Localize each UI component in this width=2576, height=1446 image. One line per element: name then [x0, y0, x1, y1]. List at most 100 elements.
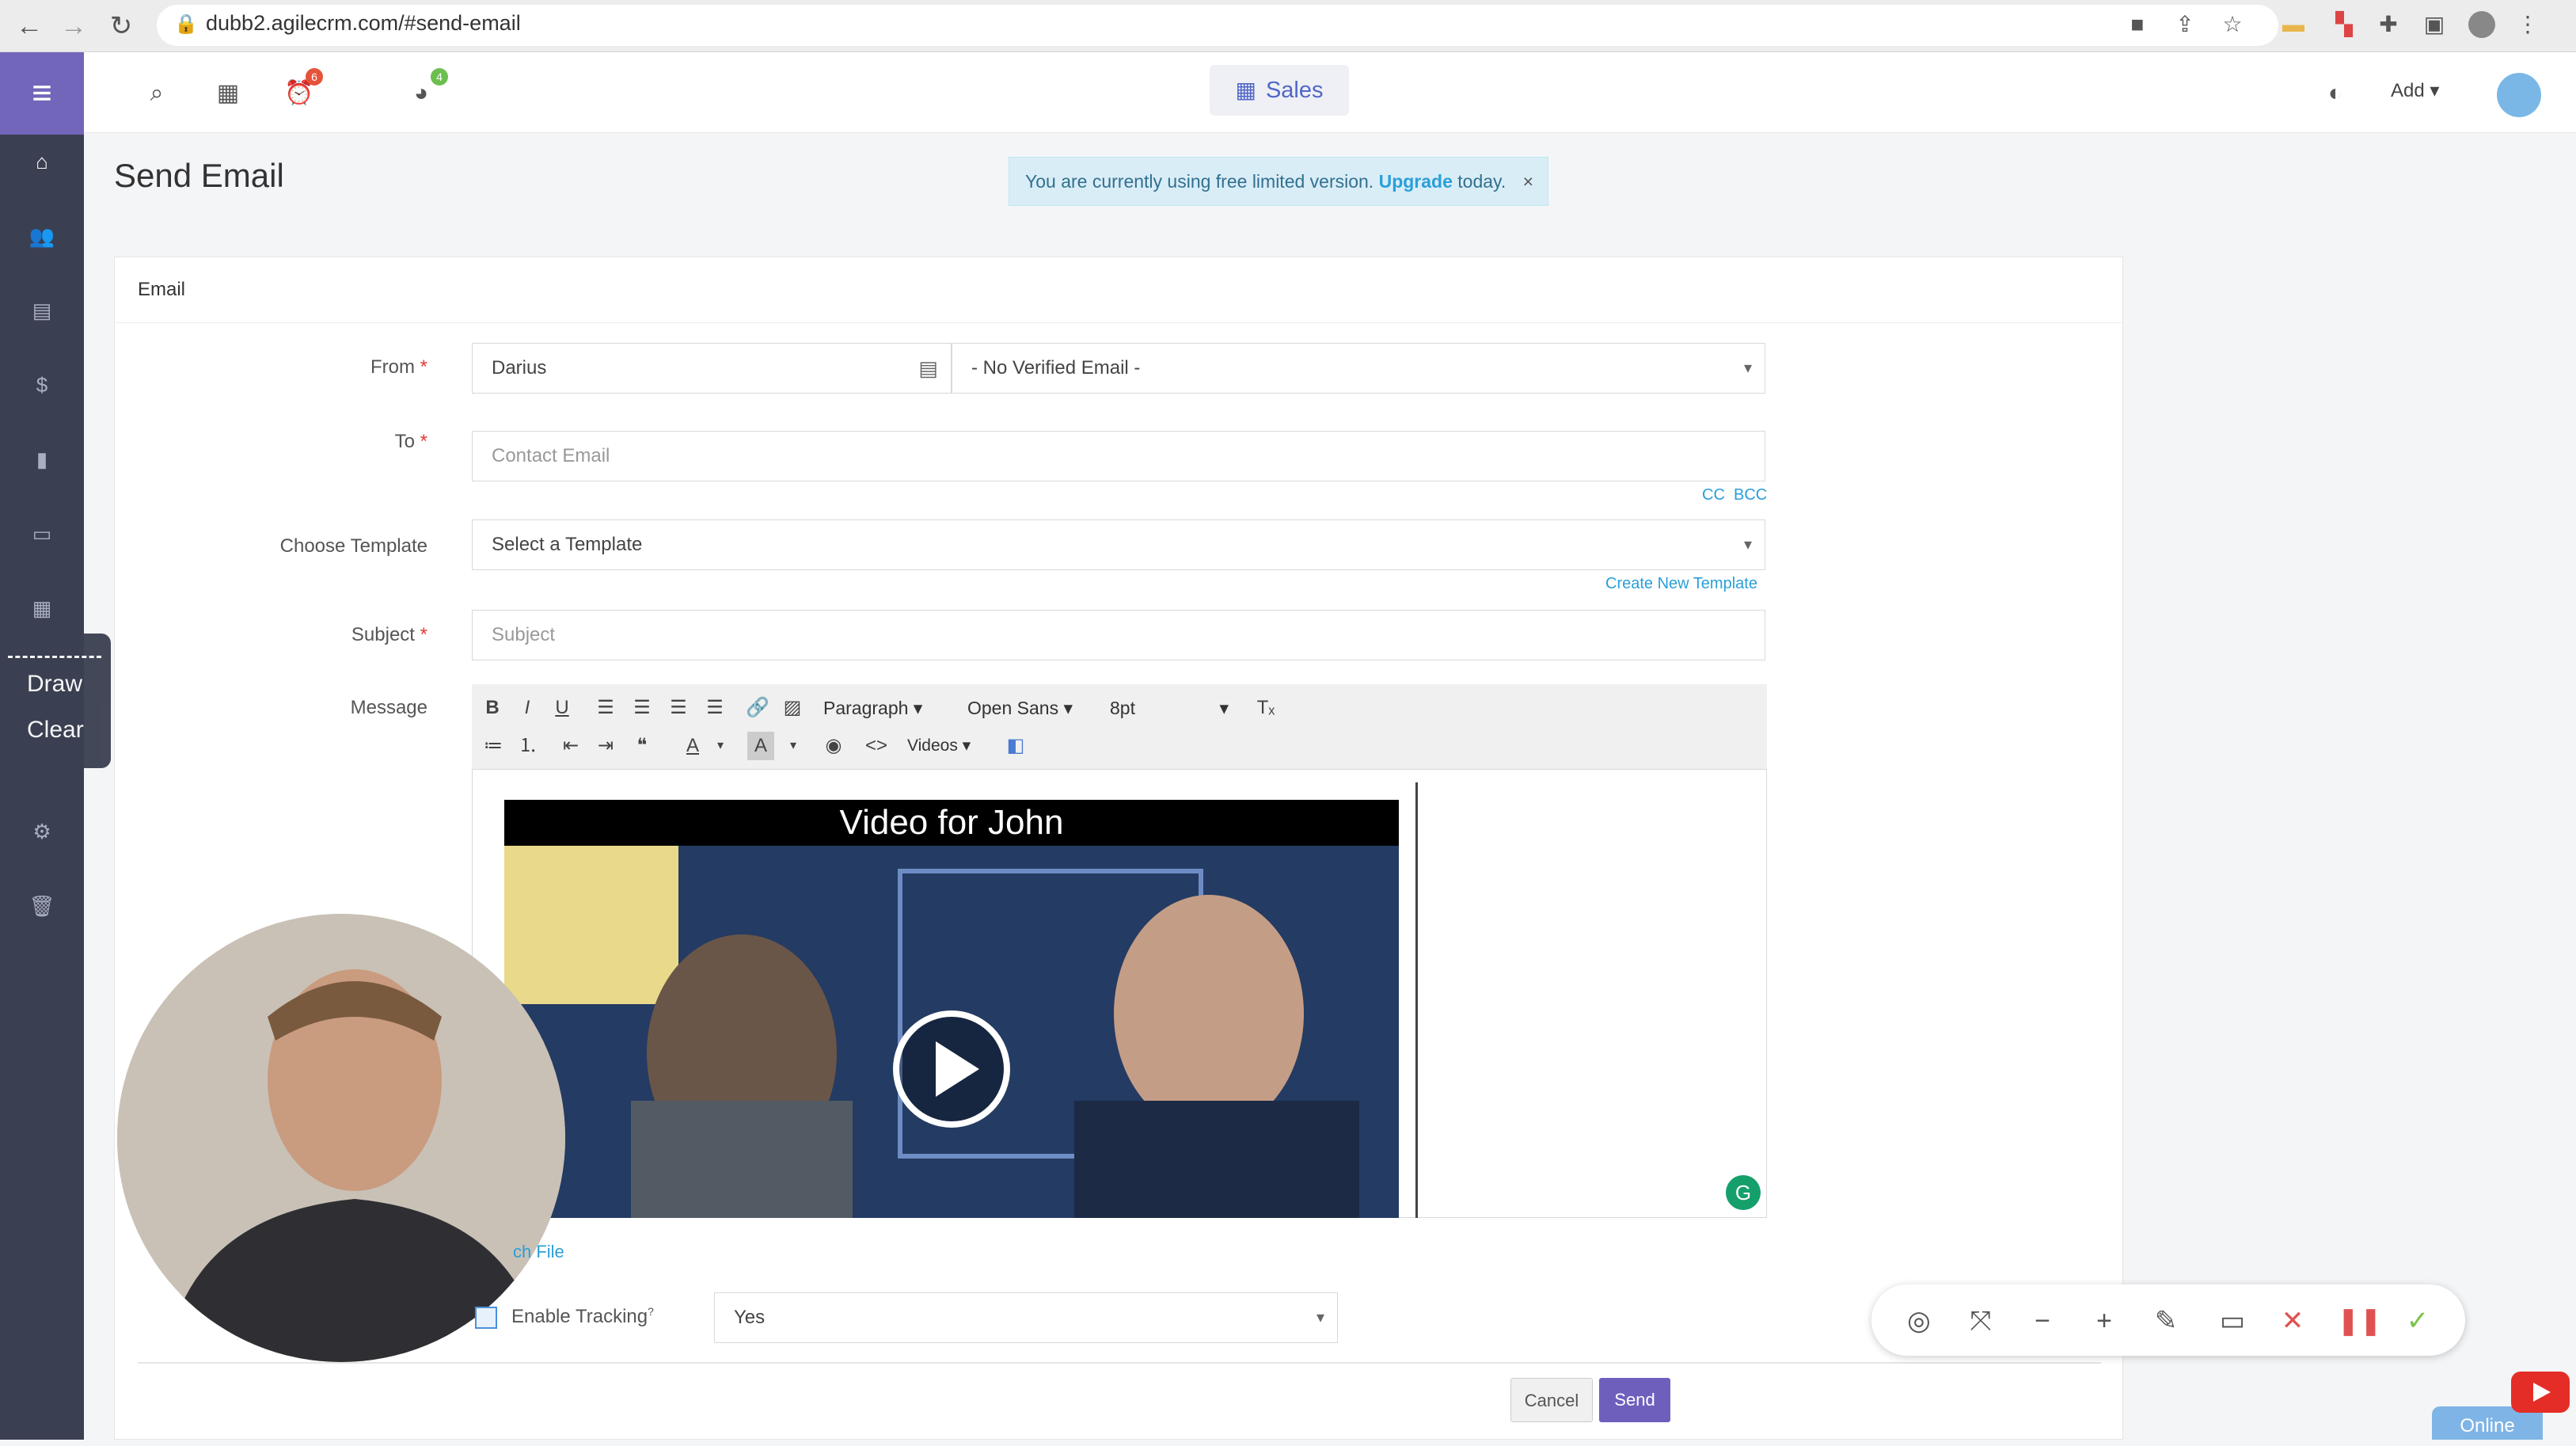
- create-template-link[interactable]: Create New Template: [1605, 575, 1757, 593]
- sidepanel-icon[interactable]: ▣: [2421, 11, 2448, 38]
- pen-icon[interactable]: ✎: [2147, 1302, 2185, 1340]
- bcc-link[interactable]: BCC: [1734, 486, 1767, 504]
- screen-share-icon[interactable]: ▭: [2213, 1302, 2251, 1340]
- to-input[interactable]: Contact Email: [472, 431, 1765, 481]
- share-icon[interactable]: ⇪: [2171, 11, 2198, 38]
- fullscreen-icon[interactable]: ⤧: [1962, 1302, 2000, 1340]
- panel-heading: Email: [114, 257, 2123, 323]
- puzzle-icon[interactable]: ✚: [2375, 11, 2402, 38]
- numbered-list-icon[interactable]: ⒈: [515, 732, 541, 760]
- pause-icon[interactable]: ❚❚: [2337, 1302, 2382, 1340]
- outdent-icon[interactable]: ⇤: [557, 732, 584, 760]
- font-select[interactable]: Open Sans ▾: [967, 694, 1073, 722]
- upgrade-notice: You are currently using free limited ver…: [1009, 157, 1548, 206]
- bullet-list-icon[interactable]: ≔: [480, 732, 507, 760]
- back-icon[interactable]: ←: [11, 8, 47, 44]
- zoom-out-icon[interactable]: −: [2023, 1302, 2061, 1340]
- text-color-icon[interactable]: A: [679, 732, 706, 760]
- documents-icon[interactable]: ▮: [0, 436, 84, 483]
- webcam-icon[interactable]: ◎: [1900, 1302, 1938, 1340]
- subject-label: Subject *: [111, 624, 427, 646]
- reload-icon[interactable]: ↻: [103, 8, 139, 44]
- companies-icon[interactable]: ▤: [0, 287, 84, 334]
- to-label-text: To: [394, 431, 415, 452]
- star-icon[interactable]: ☆: [2219, 11, 2246, 38]
- cancel-recording-icon[interactable]: ✕: [2274, 1302, 2312, 1340]
- help-icon[interactable]: ?: [648, 1305, 654, 1318]
- forward-icon[interactable]: →: [55, 8, 92, 44]
- settings-icon[interactable]: ⚙: [0, 808, 84, 855]
- page-title: Send Email: [114, 157, 284, 194]
- from-name-input[interactable]: Darius ▤: [472, 343, 952, 394]
- tracking-value: Yes: [734, 1307, 766, 1328]
- draw-button[interactable]: Draw: [0, 658, 111, 698]
- trash-icon[interactable]: 🗑: [0, 882, 84, 930]
- chevron-down-icon: ▾: [1743, 536, 1752, 554]
- size-select[interactable]: 8pt ▾: [1110, 694, 1229, 722]
- activity-badge: 4: [431, 68, 448, 86]
- extension-icon[interactable]: ▬: [2280, 11, 2307, 38]
- background-color-icon[interactable]: A: [747, 732, 774, 760]
- extension-icon[interactable]: ▚: [2331, 11, 2358, 38]
- kebab-menu-icon[interactable]: ⋮: [2514, 11, 2541, 38]
- url-text[interactable]: dubb2.agilecrm.com/#send-email: [206, 11, 521, 36]
- sales-tab[interactable]: ▦ Sales: [1210, 65, 1349, 116]
- close-icon[interactable]: ×: [1523, 158, 1533, 205]
- dubb-icon[interactable]: ◧: [1002, 732, 1029, 760]
- bold-icon[interactable]: B: [480, 694, 505, 722]
- attach-file-link[interactable]: ch File: [513, 1242, 564, 1262]
- add-label: Add: [2391, 80, 2425, 101]
- tracking-checkbox[interactable]: [475, 1307, 497, 1329]
- home-icon[interactable]: ⌂: [0, 138, 84, 185]
- grammarly-icon[interactable]: G: [1726, 1175, 1761, 1210]
- upgrade-link[interactable]: Upgrade: [1379, 171, 1453, 192]
- subject-input[interactable]: Subject: [472, 610, 1765, 660]
- contact-card-icon[interactable]: ▤: [918, 344, 938, 393]
- finish-recording-icon[interactable]: ✓: [2399, 1302, 2437, 1340]
- clear-button[interactable]: Clear: [0, 698, 111, 744]
- align-right-icon[interactable]: ☰: [665, 694, 692, 722]
- clear-format-icon[interactable]: Tₓ: [1252, 694, 1279, 722]
- chevron-down-icon[interactable]: ▾: [711, 732, 730, 760]
- align-left-icon[interactable]: ☰: [592, 694, 619, 722]
- zoom-in-icon[interactable]: +: [2085, 1302, 2123, 1340]
- search-icon[interactable]: ⌕: [139, 76, 174, 111]
- cancel-button[interactable]: Cancel: [1510, 1378, 1593, 1422]
- align-center-icon[interactable]: ☰: [629, 694, 655, 722]
- tracking-label: Enable Tracking?: [511, 1305, 654, 1328]
- tracking-select[interactable]: Yes ▾: [714, 1292, 1338, 1343]
- chevron-down-icon[interactable]: ▾: [784, 732, 803, 760]
- preview-icon[interactable]: ◉: [820, 732, 847, 760]
- italic-icon[interactable]: I: [515, 694, 540, 722]
- videos-select[interactable]: Videos ▾: [907, 732, 971, 760]
- hamburger-menu-icon[interactable]: ≡: [0, 52, 84, 135]
- videos-value: Videos: [907, 736, 958, 755]
- blockquote-icon[interactable]: ❝: [629, 732, 655, 760]
- underline-icon[interactable]: U: [549, 694, 575, 722]
- calendar-icon[interactable]: ▦: [211, 76, 245, 111]
- cc-link[interactable]: CC: [1702, 486, 1725, 504]
- paragraph-select[interactable]: Paragraph ▾: [823, 694, 922, 722]
- tracking-label-text: Enable Tracking: [511, 1306, 648, 1327]
- webcam-bubble[interactable]: [117, 914, 565, 1362]
- theme-toggle-icon[interactable]: ◐: [2318, 76, 2353, 111]
- avatar[interactable]: [2497, 73, 2541, 117]
- image-icon[interactable]: ▨: [779, 694, 806, 722]
- deals-icon[interactable]: $: [0, 361, 84, 409]
- youtube-icon[interactable]: [2511, 1372, 2570, 1413]
- video-thumbnail[interactable]: [504, 800, 1399, 1218]
- indent-icon[interactable]: ⇥: [592, 732, 619, 760]
- required-mark: *: [420, 356, 427, 378]
- inbox-icon[interactable]: ▭: [0, 510, 84, 557]
- camera-icon[interactable]: ■: [2124, 11, 2151, 38]
- profile-avatar[interactable]: [2468, 11, 2495, 38]
- send-button[interactable]: Send: [1599, 1378, 1670, 1422]
- template-select[interactable]: Select a Template ▾: [472, 519, 1765, 570]
- link-icon[interactable]: 🔗: [744, 694, 771, 722]
- calendar-icon[interactable]: ▦: [0, 584, 84, 632]
- add-dropdown[interactable]: Add ▾: [2391, 79, 2439, 102]
- from-email-select[interactable]: - No Verified Email - ▾: [952, 343, 1765, 394]
- justify-icon[interactable]: ☰: [701, 694, 728, 722]
- contacts-icon[interactable]: 👥: [0, 212, 84, 260]
- code-icon[interactable]: <>: [863, 732, 890, 760]
